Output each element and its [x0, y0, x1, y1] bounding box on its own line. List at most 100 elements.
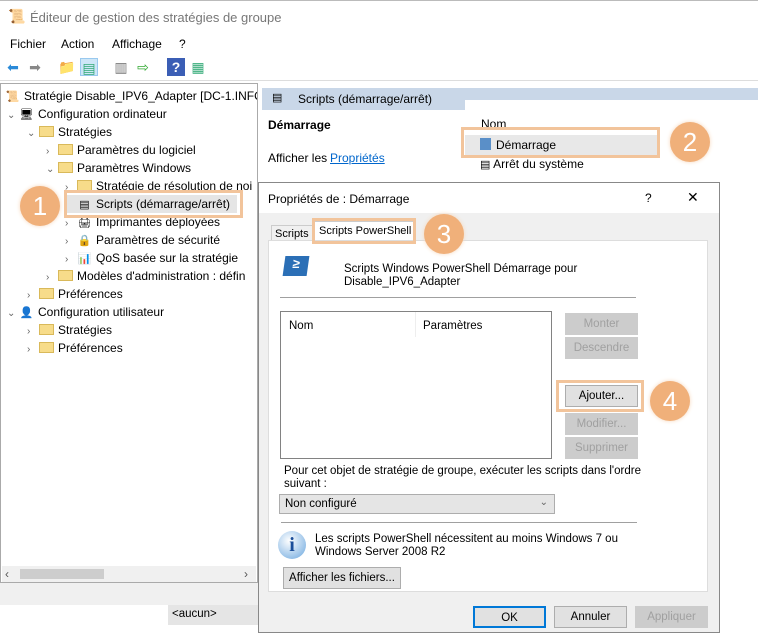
tree-windows-settings[interactable]: ⌄ Paramètres Windows [46, 159, 191, 177]
step-badge-3: 3 [424, 214, 464, 254]
step-badge-4: 4 [650, 381, 690, 421]
order-label-line1: Pour cet objet de stratégie de groupe, e… [284, 465, 641, 477]
policy-icon: 📜 [5, 91, 20, 103]
chevron-down-icon[interactable]: ⌄ [7, 107, 19, 125]
tree-label: Paramètres Windows [77, 161, 192, 175]
chevron-right-icon[interactable]: › [27, 341, 39, 359]
order-select-value: Non configuré [285, 498, 357, 510]
folder-icon [58, 270, 73, 281]
info-line1: Les scripts PowerShell nécessitent au mo… [315, 533, 618, 545]
folder-icon [39, 342, 54, 353]
back-icon[interactable]: ⬅ [4, 58, 22, 76]
gpo-editor-icon: 📜 [8, 8, 26, 24]
highlight-powershell-tab [312, 218, 416, 244]
chevron-down-icon: ⌄ [539, 497, 548, 508]
folder-icon [39, 126, 54, 137]
list-item-shutdown[interactable]: ▤ Arrêt du système [480, 157, 584, 171]
chevron-down-icon[interactable]: ⌄ [46, 161, 58, 179]
tree-user-config[interactable]: ⌄ 👤 Configuration utilisateur [7, 303, 164, 321]
menu-help[interactable]: ? [179, 37, 186, 51]
tree-user-strategies[interactable]: › Stratégies [27, 321, 112, 339]
status-area [0, 583, 258, 605]
action-pane-icon[interactable]: ▦ [189, 58, 207, 76]
description-line2: Disable_IPV6_Adapter [344, 276, 461, 288]
tree-label: Stratégies [58, 125, 113, 139]
column-parametres[interactable]: Paramètres [423, 320, 482, 332]
folder-icon [58, 162, 73, 173]
properties-icon[interactable]: ▥ [112, 58, 130, 76]
tree-user-preferences[interactable]: › Préférences [27, 339, 123, 357]
highlight-scripts-node [64, 190, 243, 218]
menu-affichage[interactable]: Affichage [112, 37, 162, 51]
scripts-list[interactable]: Nom Paramètres [280, 311, 552, 459]
tab-scripts[interactable]: Scripts [271, 225, 313, 241]
powershell-icon: ≥ [282, 256, 310, 276]
status-value: <aucun> [168, 605, 260, 625]
tree-label: QoS basée sur la stratégie [96, 251, 239, 265]
apply-button[interactable]: Appliquer [635, 606, 708, 628]
menu-action[interactable]: Action [61, 37, 94, 51]
cancel-button[interactable]: Annuler [554, 606, 627, 628]
tree-qos[interactable]: › 📊 QoS basée sur la stratégie [65, 249, 238, 267]
window-title-bar: 📜 Éditeur de gestion des stratégies de g… [0, 0, 758, 32]
move-up-button[interactable]: Monter [565, 313, 638, 335]
tree-preferences[interactable]: › Préférences [27, 285, 123, 303]
highlight-startup-item [461, 127, 660, 158]
tree-root[interactable]: 📜 Stratégie Disable_IPV6_Adapter [DC-1.IN… [5, 87, 257, 105]
dialog-title: Propriétés de : Démarrage [268, 192, 410, 206]
divider [281, 522, 637, 523]
scrollbar-thumb[interactable] [20, 569, 104, 579]
tree-computer-config[interactable]: ⌄ 🖥 Configuration ordinateur [7, 105, 167, 123]
tree-strategies[interactable]: ⌄ Stratégies [27, 123, 112, 141]
info-icon: i [278, 531, 306, 559]
tree-label: Préférences [58, 341, 123, 355]
description-line1: Scripts Windows PowerShell Démarrage pou… [344, 263, 578, 275]
move-down-button[interactable]: Descendre [565, 337, 638, 359]
tree-label: Stratégies [58, 323, 113, 337]
toolbar: ⬅ ➡ 📁 ▤ ▥ ⇨ ? ▦ [0, 54, 758, 81]
chevron-down-icon[interactable]: ⌄ [7, 305, 19, 323]
highlight-add-button [556, 380, 644, 412]
forward-icon[interactable]: ➡ [26, 58, 44, 76]
order-select[interactable]: Non configuré ⌄ [279, 494, 555, 514]
tree-label: Paramètres du logiciel [77, 143, 196, 157]
right-pane-title: Scripts (démarrage/arrêt) [298, 92, 433, 106]
menu-bar: Fichier Action Affichage ? [0, 32, 758, 54]
chevron-down-icon[interactable]: ⌄ [27, 125, 39, 143]
dialog-title-bar: Propriétés de : Démarrage ? ✕ [259, 183, 719, 213]
show-tree-icon[interactable]: ▤ [80, 58, 98, 76]
folder-icon [39, 288, 54, 299]
divider [280, 297, 636, 298]
properties-link[interactable]: Propriétés [330, 151, 385, 165]
bar-chart-icon: 📊 [77, 253, 92, 265]
tree-label: Configuration utilisateur [38, 305, 165, 319]
up-folder-icon[interactable]: 📁 [58, 58, 76, 76]
tree-security-settings[interactable]: › 🔒 Paramètres de sécurité [65, 231, 220, 249]
column-nom[interactable]: Nom [289, 320, 313, 332]
window-title: Éditeur de gestion des stratégies de gro… [30, 10, 282, 25]
edit-button[interactable]: Modifier... [565, 413, 638, 435]
help-button[interactable]: ? [645, 191, 652, 205]
scroll-right-icon[interactable]: › [244, 567, 248, 581]
scroll-left-icon[interactable]: ‹ [5, 567, 9, 581]
info-line2: Windows Server 2008 R2 [315, 546, 446, 558]
ok-button[interactable]: OK [473, 606, 546, 628]
tree-label: Modèles d'administration : défin [77, 269, 246, 283]
export-icon[interactable]: ⇨ [134, 58, 152, 76]
step-badge-2: 2 [670, 122, 710, 162]
menu-fichier[interactable]: Fichier [10, 37, 46, 51]
folder-icon [58, 144, 73, 155]
security-lock-icon: 🔒 [77, 235, 92, 247]
folder-icon [39, 324, 54, 335]
section-heading: Démarrage [268, 118, 331, 132]
help-icon[interactable]: ? [167, 58, 185, 76]
tree-label: Configuration ordinateur [38, 107, 167, 121]
tree-admin-templates[interactable]: › Modèles d'administration : défin [46, 267, 245, 285]
show-files-button[interactable]: Afficher les fichiers... [283, 567, 401, 589]
user-icon: 👤 [19, 307, 34, 319]
remove-button[interactable]: Supprimer [565, 437, 638, 459]
tree-label: Préférences [58, 287, 123, 301]
list-item-label: Arrêt du système [493, 157, 584, 171]
close-button[interactable]: ✕ [687, 189, 699, 206]
tree-software-settings[interactable]: › Paramètres du logiciel [46, 141, 196, 159]
